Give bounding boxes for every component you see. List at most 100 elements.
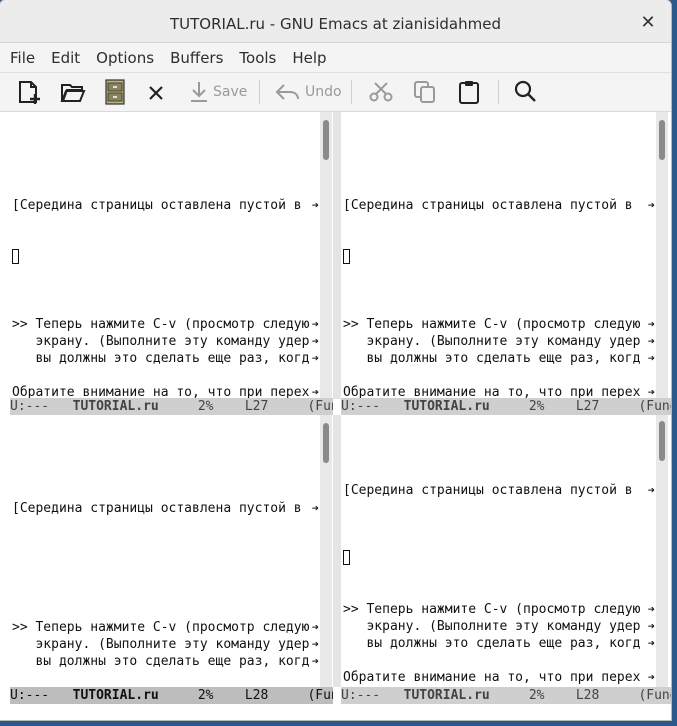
open-file-button[interactable]	[60, 78, 86, 106]
modeline-line: L28	[244, 688, 269, 703]
scissors-icon	[369, 82, 393, 102]
modeline-mode[interactable]: (Funda	[638, 399, 671, 414]
modeline-state: U:---	[341, 399, 381, 414]
wrap-arrow-icon: ➔	[647, 351, 655, 365]
modeline-position: 2%	[528, 688, 545, 703]
save-label: Save	[213, 84, 248, 100]
menu-tools[interactable]: Tools	[231, 49, 284, 67]
modeline-mode[interactable]: (Funda	[638, 688, 671, 703]
modeline-top-right[interactable]: U:--- TUTORIAL.ru 2% L27 (Funda	[341, 398, 671, 415]
modeline-state: U:---	[10, 688, 50, 703]
window-divider[interactable]	[333, 415, 341, 687]
modeline-line: L27	[575, 399, 600, 414]
menu-buffers[interactable]: Buffers	[162, 49, 231, 67]
text-cursor	[343, 550, 350, 565]
menu-options[interactable]: Options	[88, 49, 162, 67]
scrollbar-bottom-left[interactable]	[320, 415, 332, 687]
modeline-bottom-right[interactable]: U:--- TUTORIAL.ru 2% L28 (Funda	[341, 687, 671, 704]
toolbar-separator	[498, 80, 499, 104]
toolbar-separator	[351, 80, 352, 104]
scroll-thumb[interactable]	[659, 421, 665, 461]
modeline-line: L28	[575, 688, 600, 703]
wrap-arrow-icon: ➔	[647, 317, 655, 331]
undo-button[interactable]: Undo	[274, 78, 342, 106]
buffer-line: [Середина страницы оставлена пустой в	[12, 501, 302, 516]
undo-label: Undo	[305, 84, 342, 100]
buffer-line: Обратите внимание на то, что при перех	[343, 385, 641, 399]
menu-file[interactable]: File	[2, 49, 43, 67]
search-button[interactable]	[513, 78, 539, 106]
close-x-icon	[149, 86, 163, 100]
copy-button[interactable]	[412, 78, 438, 106]
modeline-mode[interactable]: (Funda	[307, 688, 333, 703]
close-icon[interactable]: ✕	[637, 12, 659, 34]
buffer-line: >> Теперь нажмите C-v (просмотр следую	[343, 317, 641, 332]
file-cabinet-icon	[105, 79, 125, 105]
scroll-thumb[interactable]	[323, 423, 329, 463]
wrap-arrow-icon: ➔	[647, 483, 655, 497]
wrap-arrow-icon: ➔	[311, 334, 319, 348]
buffer-line: вы должны это сделать еще раз, когд	[343, 351, 641, 366]
window-title: TUTORIAL.ru - GNU Emacs at zianisidahmed	[170, 15, 501, 33]
modeline-position: 2%	[197, 399, 214, 414]
wrap-arrow-icon: ➔	[311, 385, 319, 399]
text-cursor	[12, 249, 19, 264]
modeline-state: U:---	[341, 688, 381, 703]
scroll-thumb[interactable]	[323, 120, 329, 160]
scrollbar-top-right[interactable]	[656, 112, 668, 399]
title-bar[interactable]: TUTORIAL.ru - GNU Emacs at zianisidahmed…	[0, 0, 671, 43]
scrollbar-top-left[interactable]	[320, 112, 332, 399]
new-file-icon	[19, 81, 40, 104]
wrap-arrow-icon: ➔	[647, 334, 655, 348]
paste-button[interactable]	[456, 78, 482, 106]
buffer-line: вы должны это сделать еще раз, когд	[12, 351, 310, 366]
folder-open-icon	[60, 84, 86, 102]
dired-button[interactable]	[104, 78, 126, 106]
text-cursor	[343, 249, 350, 264]
tool-bar: Save Undo	[0, 73, 671, 112]
modeline-mode[interactable]: (Funda	[307, 399, 333, 414]
wrap-arrow-icon: ➔	[647, 198, 655, 212]
copy-icon	[414, 81, 435, 103]
wrap-arrow-icon: ➔	[311, 637, 319, 651]
buffer-line: [Середина страницы оставлена пустой в	[12, 198, 302, 213]
buffer-line: [Середина страницы оставлена пустой в	[343, 198, 633, 213]
clipboard-icon	[459, 81, 479, 104]
buffer-line: >> Теперь нажмите C-v (просмотр следую	[343, 602, 641, 617]
buffer-line: вы должны это сделать еще раз, когд	[12, 654, 310, 669]
modeline-top-left[interactable]: U:--- TUTORIAL.ru 2% L27 (Funda	[10, 398, 333, 415]
modeline-buffer-name[interactable]: TUTORIAL.ru	[404, 399, 490, 414]
kill-buffer-button[interactable]	[146, 78, 166, 106]
editor-pane-bottom-right[interactable]: [Середина страницы оставлена пустой в ➔ …	[341, 415, 655, 687]
editor-pane-bottom-left[interactable]: [Середина страницы оставлена пустой в ➔ …	[10, 415, 319, 687]
undo-icon	[275, 84, 299, 100]
buffer-line: экрану. (Выполните эту команду удер	[343, 619, 641, 634]
modeline-position: 2%	[528, 399, 545, 414]
menu-help[interactable]: Help	[284, 49, 334, 67]
modeline-buffer-name[interactable]: TUTORIAL.ru	[73, 688, 159, 703]
wrap-arrow-icon: ➔	[311, 620, 319, 634]
emacs-window: TUTORIAL.ru - GNU Emacs at zianisidahmed…	[0, 0, 671, 720]
menu-edit[interactable]: Edit	[43, 49, 88, 67]
modeline-bottom-left[interactable]: U:--- TUTORIAL.ru 2% L28 (Funda	[10, 687, 333, 704]
wrap-arrow-icon: ➔	[311, 198, 319, 212]
editor-pane-top-left[interactable]: [Середина страницы оставлена пустой в ➔ …	[10, 112, 319, 399]
buffer-line: экрану. (Выполните эту команду удер	[12, 334, 310, 349]
window-divider[interactable]	[333, 112, 341, 399]
cut-button[interactable]	[368, 78, 394, 106]
wrap-arrow-icon: ➔	[311, 351, 319, 365]
wrap-arrow-icon: ➔	[647, 385, 655, 399]
save-button[interactable]: Save	[188, 78, 247, 106]
scroll-thumb[interactable]	[659, 120, 665, 160]
modeline-buffer-name[interactable]: TUTORIAL.ru	[73, 399, 159, 414]
new-file-button[interactable]	[16, 78, 42, 106]
buffer-line: >> Теперь нажмите C-v (просмотр следую	[12, 317, 310, 332]
scrollbar-bottom-right[interactable]	[656, 415, 668, 687]
wrap-arrow-icon: ➔	[647, 619, 655, 633]
editor-pane-top-right[interactable]: [Середина страницы оставлена пустой в ➔ …	[341, 112, 655, 399]
buffer-line: экрану. (Выполните эту команду удер	[12, 637, 310, 652]
wrap-arrow-icon: ➔	[647, 670, 655, 684]
wrap-arrow-icon: ➔	[311, 317, 319, 331]
modeline-buffer-name[interactable]: TUTORIAL.ru	[404, 688, 490, 703]
buffer-line: экрану. (Выполните эту команду удер	[343, 334, 641, 349]
